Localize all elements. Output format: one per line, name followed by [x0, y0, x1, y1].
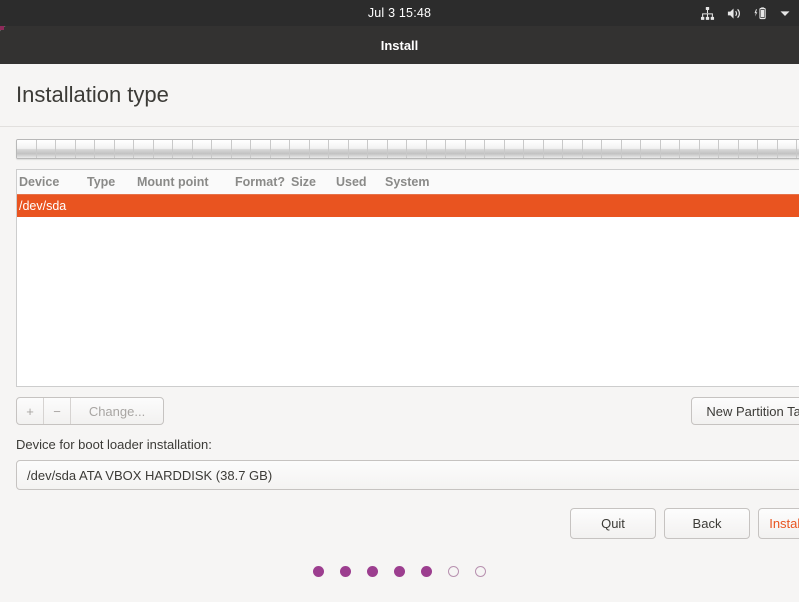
disk-bar-segment	[524, 140, 544, 158]
column-header-mount-point[interactable]: Mount point	[135, 175, 233, 189]
disk-usage-bar[interactable]	[16, 139, 799, 159]
disk-bar-segment	[134, 140, 154, 158]
disk-bar-segment	[153, 140, 173, 158]
volume-icon[interactable]	[726, 6, 742, 21]
disk-bar-segment	[75, 140, 95, 158]
disk-bar-segment	[485, 140, 505, 158]
remove-partition-button[interactable]: −	[44, 398, 71, 424]
disk-bar-segment	[231, 140, 251, 158]
bootloader-device-select[interactable]: /dev/sda ATA VBOX HARDDISK (38.7 GB)	[16, 460, 799, 490]
disk-bar-segment	[582, 140, 602, 158]
disk-bar-segment	[465, 140, 485, 158]
progress-dot-filled	[421, 566, 432, 577]
disk-bar-segment	[407, 140, 427, 158]
progress-dot-filled	[367, 566, 378, 577]
disk-bar-segment	[504, 140, 524, 158]
disk-bar-segment	[329, 140, 349, 158]
disk-bar-segment	[719, 140, 739, 158]
disk-bar-segment	[309, 140, 329, 158]
disk-bar-segment	[426, 140, 446, 158]
page-title: Installation type	[16, 82, 169, 107]
disk-bar-segment	[680, 140, 700, 158]
progress-dot-empty	[475, 566, 486, 577]
change-partition-button[interactable]: Change...	[71, 398, 163, 424]
disk-bar-segment	[777, 140, 797, 158]
disk-bar-segment	[192, 140, 212, 158]
quit-button[interactable]: Quit	[570, 508, 656, 539]
partition-table[interactable]: Device Type Mount point Format? Size Use…	[16, 169, 799, 387]
back-button[interactable]: Back	[664, 508, 750, 539]
disk-bar-segment	[368, 140, 388, 158]
disk-bar-segment	[36, 140, 56, 158]
bootloader-selected-value: /dev/sda ATA VBOX HARDDISK (38.7 GB)	[27, 467, 273, 483]
clock[interactable]: Jul 3 15:48	[368, 6, 431, 20]
window-title: Install	[380, 37, 419, 53]
partition-toolbar: + − Change... New Partition Table...	[16, 397, 799, 425]
disk-bar-segment	[758, 140, 778, 158]
disk-bar-segment	[446, 140, 466, 158]
disk-bar-segment	[641, 140, 661, 158]
network-icon[interactable]	[700, 6, 715, 21]
bootloader-label: Device for boot loader installation:	[16, 437, 212, 452]
progress-dots	[0, 566, 799, 577]
disk-bar-segment	[114, 140, 134, 158]
disk-bar-segment	[543, 140, 563, 158]
progress-dot-empty	[448, 566, 459, 577]
installer-window: Install Installation type Device Type Mo…	[0, 26, 799, 602]
column-header-system[interactable]: System	[383, 175, 503, 189]
chevron-down-icon[interactable]	[779, 9, 791, 18]
disk-bar-segment	[387, 140, 407, 158]
action-buttons: Quit Back Install Now	[16, 508, 799, 539]
disk-bar-segment	[212, 140, 232, 158]
progress-dot-filled	[394, 566, 405, 577]
disk-bar-segment	[699, 140, 719, 158]
column-header-device[interactable]: Device	[17, 175, 85, 189]
cell-device: /dev/sda	[19, 199, 67, 213]
disk-bar-segment	[251, 140, 271, 158]
disk-bar-segment	[95, 140, 115, 158]
disk-bar-segment	[621, 140, 641, 158]
disk-bar-segment	[290, 140, 310, 158]
progress-dot-filled	[340, 566, 351, 577]
disk-usage-bar-wrap	[0, 127, 799, 165]
disk-bar-segment	[563, 140, 583, 158]
window-titlebar[interactable]: Install	[0, 26, 799, 64]
table-row[interactable]: /dev/sda	[17, 195, 799, 217]
column-header-size[interactable]: Size	[289, 175, 334, 189]
add-partition-button[interactable]: +	[17, 398, 44, 424]
page-heading-area: Installation type	[0, 64, 799, 127]
column-header-format[interactable]: Format?	[233, 175, 289, 189]
disk-bar-segment	[17, 140, 37, 158]
disk-bar-segment	[602, 140, 622, 158]
disk-bar-segment	[56, 140, 76, 158]
disk-bar-segment	[173, 140, 193, 158]
disk-bar-segment	[738, 140, 758, 158]
column-header-type[interactable]: Type	[85, 175, 135, 189]
disk-bar-segment	[348, 140, 368, 158]
battery-charging-icon[interactable]	[753, 6, 768, 21]
install-now-button[interactable]: Install Now	[758, 508, 799, 539]
progress-dot-filled	[313, 566, 324, 577]
new-partition-table-button[interactable]: New Partition Table...	[691, 397, 799, 425]
disk-bar-segment	[270, 140, 290, 158]
partition-button-group: + − Change...	[16, 397, 164, 425]
partition-table-header: Device Type Mount point Format? Size Use…	[17, 170, 799, 195]
top-panel: Jul 3 15:48	[0, 0, 799, 26]
column-header-used[interactable]: Used	[334, 175, 383, 189]
disk-bar-segment	[660, 140, 680, 158]
system-indicators	[700, 0, 791, 26]
